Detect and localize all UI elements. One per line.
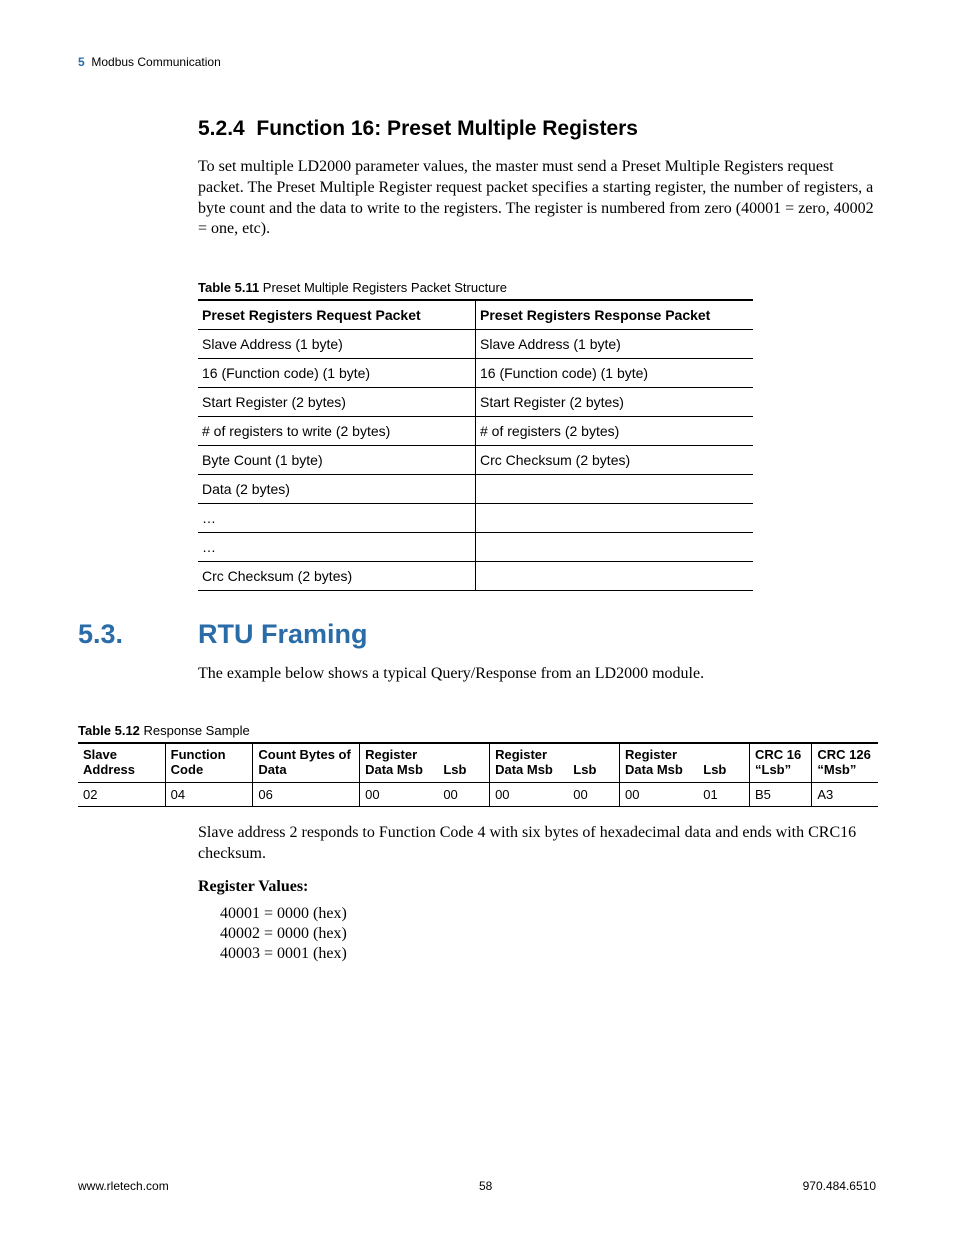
table-512: Slave Address Function Code Count Bytes … — [78, 742, 878, 807]
table-row: 16 (Function code) (1 byte)16 (Function … — [198, 359, 753, 388]
th-reg3-lsb: Lsb — [698, 743, 749, 782]
table-511: Preset Registers Request Packet Preset R… — [198, 299, 753, 591]
th-crc-lsb: CRC 16 “Lsb” — [750, 743, 812, 782]
table-row: Byte Count (1 byte)Crc Checksum (2 bytes… — [198, 446, 753, 475]
th-function-code: Function Code — [165, 743, 253, 782]
footer-center: 58 — [479, 1179, 492, 1193]
list-item: 40001 = 0000 (hex) — [220, 904, 876, 924]
footer-left: www.rletech.com — [78, 1179, 169, 1193]
table-row: … — [198, 533, 753, 562]
table-row: … — [198, 504, 753, 533]
table-row: Slave Address (1 byte)Slave Address (1 b… — [198, 330, 753, 359]
table-row: # of registers to write (2 bytes)# of re… — [198, 417, 753, 446]
table-row: Start Register (2 bytes)Start Register (… — [198, 388, 753, 417]
list-item: 40003 = 0001 (hex) — [220, 944, 876, 964]
table-511-caption: Table 5.11 Preset Multiple Registers Pac… — [198, 280, 876, 295]
th-reg2-msb: Register Data Msb — [490, 743, 569, 782]
page-footer: www.rletech.com 58 970.484.6510 — [78, 1179, 876, 1193]
section-524-heading: 5.2.4 Function 16: Preset Multiple Regis… — [198, 117, 876, 141]
chapter-number: 5 — [78, 55, 85, 69]
section-524-paragraph: To set multiple LD2000 parameter values,… — [198, 157, 876, 240]
footer-right: 970.484.6510 — [803, 1179, 876, 1193]
chapter-title: Modbus Communication — [91, 55, 220, 69]
th-reg3-msb: Register Data Msb — [620, 743, 699, 782]
list-item: 40002 = 0000 (hex) — [220, 924, 876, 944]
th-crc-msb: CRC 126 “Msb” — [812, 743, 878, 782]
table-511-header-1: Preset Registers Request Packet — [198, 300, 476, 330]
section-53-paragraph: The example below shows a typical Query/… — [198, 664, 876, 685]
table-row: Crc Checksum (2 bytes) — [198, 562, 753, 591]
running-header: 5 Modbus Communication — [78, 55, 876, 69]
th-reg1-msb: Register Data Msb — [360, 743, 439, 782]
th-count-bytes: Count Bytes of Data — [253, 743, 360, 782]
table-511-header-2: Preset Registers Response Packet — [476, 300, 754, 330]
table-row: Data (2 bytes) — [198, 475, 753, 504]
table-row: 02 04 06 00 00 00 00 00 01 B5 A3 — [78, 782, 878, 806]
th-slave-address: Slave Address — [78, 743, 165, 782]
section-53-num: 5.3. — [78, 619, 198, 650]
th-reg2-lsb: Lsb — [568, 743, 619, 782]
section-524-title: Function 16: Preset Multiple Registers — [256, 117, 638, 140]
after-table-paragraph: Slave address 2 responds to Function Cod… — [198, 823, 876, 865]
table-512-caption: Table 5.12 Response Sample — [78, 723, 876, 738]
register-values-list: 40001 = 0000 (hex) 40002 = 0000 (hex) 40… — [220, 904, 876, 964]
section-53-heading: 5.3.RTU Framing — [78, 619, 876, 650]
th-reg1-lsb: Lsb — [438, 743, 489, 782]
section-524-num: 5.2.4 — [198, 117, 245, 140]
section-53-title: RTU Framing — [198, 619, 368, 649]
register-values-heading: Register Values: — [198, 878, 876, 896]
